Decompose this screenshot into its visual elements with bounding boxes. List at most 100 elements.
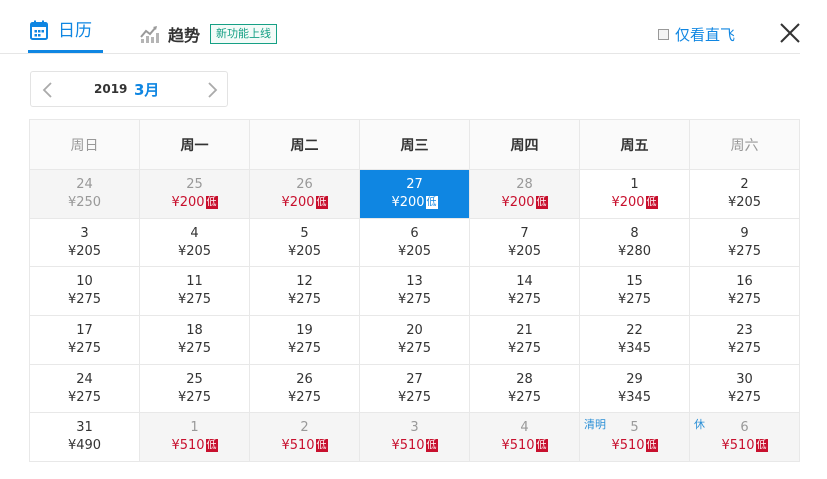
calendar-day-cell[interactable]: 5 ¥205	[249, 217, 360, 268]
calendar-day-cell[interactable]: 22 ¥345	[579, 315, 690, 365]
price-row: ¥275	[30, 340, 139, 358]
day-number: 27	[406, 371, 423, 387]
calendar-day-cell[interactable]: 16 ¥275	[689, 266, 800, 317]
calendar-day-cell[interactable]: 24 ¥250	[29, 169, 140, 219]
chevron-left-icon[interactable]	[39, 80, 57, 100]
calendar-day-cell[interactable]: 27 ¥200 低	[359, 169, 470, 219]
chevron-right-icon[interactable]	[203, 80, 221, 100]
calendar-day-cell[interactable]: 1 ¥200 低	[579, 169, 690, 219]
price-row: ¥275	[470, 340, 579, 358]
low-price-badge: 低	[205, 439, 218, 453]
day-price: ¥275	[67, 292, 102, 308]
calendar-day-cell[interactable]: 2 ¥205	[689, 169, 800, 219]
day-number: 24	[76, 176, 93, 192]
day-price: ¥250	[67, 194, 102, 210]
day-price: ¥200	[171, 194, 205, 210]
calendar-day-cell[interactable]: 18 ¥275	[139, 315, 250, 365]
price-row: ¥200 低	[470, 194, 579, 212]
price-row: ¥275	[140, 340, 249, 358]
calendar-day-cell[interactable]: 23 ¥275	[689, 315, 800, 365]
direct-flights-checkbox[interactable]	[658, 29, 669, 40]
calendar-day-cell[interactable]: 30 ¥275	[689, 363, 800, 414]
day-price: ¥510	[501, 438, 535, 454]
price-row: ¥205	[470, 243, 579, 261]
calendar-day-cell[interactable]: 3 ¥510 低	[359, 412, 470, 463]
tab-trend-label: 趋势	[168, 26, 201, 45]
price-row: ¥510 低	[470, 437, 579, 455]
day-number: 10	[76, 274, 93, 290]
calendar-day-cell[interactable]: 29 ¥345	[579, 363, 690, 414]
day-price: ¥200	[391, 194, 425, 210]
calendar-body: 24 ¥250 25 ¥200 低 26 ¥200 低 27 ¥200 低 28 ¥200 低 1 ¥200 低…	[29, 169, 800, 463]
day-price: ¥275	[397, 292, 432, 308]
day-number: 22	[626, 322, 643, 338]
calendar-day-cell[interactable]: 2 ¥510 低	[249, 412, 360, 463]
price-row: ¥200 低	[580, 194, 689, 212]
calendar-day-cell[interactable]: 12 ¥275	[249, 266, 360, 317]
calendar-day-cell[interactable]: 25 ¥200 低	[139, 169, 250, 219]
calendar-day-cell[interactable]: 28 ¥275	[469, 363, 580, 414]
calendar-day-cell[interactable]: 25 ¥275	[139, 363, 250, 414]
price-row: ¥275	[140, 291, 249, 309]
day-number: 8	[630, 225, 639, 241]
price-row: ¥275	[360, 340, 469, 358]
price-row: ¥275	[360, 291, 469, 309]
calendar-day-cell[interactable]: 清明 5 ¥510 低	[579, 412, 690, 463]
day-price: ¥510	[721, 438, 755, 454]
calendar-day-cell[interactable]: 9 ¥275	[689, 217, 800, 268]
weekday-header: 周四	[469, 119, 580, 170]
day-price: ¥205	[397, 243, 432, 259]
price-row: ¥275	[360, 389, 469, 407]
calendar-day-cell[interactable]: 14 ¥275	[469, 266, 580, 317]
calendar-day-cell[interactable]: 4 ¥205	[139, 217, 250, 268]
day-number: 21	[516, 322, 533, 338]
calendar-day-cell[interactable]: 19 ¥275	[249, 315, 360, 365]
calendar-day-cell[interactable]: 7 ¥205	[469, 217, 580, 268]
price-row: ¥275	[690, 340, 799, 358]
day-price: ¥490	[67, 438, 102, 454]
direct-flights-only-toggle[interactable]: 仅看直飞	[658, 24, 735, 45]
calendar-day-cell[interactable]: 31 ¥490	[29, 412, 140, 463]
day-price: ¥275	[397, 389, 432, 405]
calendar-day-cell[interactable]: 26 ¥275	[249, 363, 360, 414]
tab-calendar[interactable]: 日历	[30, 20, 92, 50]
day-number: 29	[626, 371, 643, 387]
calendar-day-cell[interactable]: 1 ¥510 低	[139, 412, 250, 463]
calendar-day-cell[interactable]: 13 ¥275	[359, 266, 470, 317]
day-price: ¥510	[171, 438, 205, 454]
day-price: ¥275	[507, 292, 542, 308]
close-icon[interactable]	[779, 22, 801, 44]
day-number: 30	[736, 371, 753, 387]
calendar-day-cell[interactable]: 4 ¥510 低	[469, 412, 580, 463]
day-number: 11	[186, 274, 203, 290]
calendar-day-cell[interactable]: 21 ¥275	[469, 315, 580, 365]
calendar-day-cell[interactable]: 10 ¥275	[29, 266, 140, 317]
calendar-day-cell[interactable]: 26 ¥200 低	[249, 169, 360, 219]
day-price: ¥275	[177, 340, 212, 356]
price-row: ¥510 低	[360, 437, 469, 455]
calendar-day-cell[interactable]: 8 ¥280	[579, 217, 690, 268]
calendar-day-cell[interactable]: 17 ¥275	[29, 315, 140, 365]
price-row: ¥275	[470, 291, 579, 309]
low-price-badge: 低	[315, 439, 328, 453]
tab-trend[interactable]: 趋势 新功能上线	[140, 22, 278, 46]
calendar-day-cell[interactable]: 20 ¥275	[359, 315, 470, 365]
calendar-day-cell[interactable]: 28 ¥200 低	[469, 169, 580, 219]
trend-chart-icon	[140, 26, 159, 43]
calendar-day-cell[interactable]: 6 ¥205	[359, 217, 470, 268]
calendar-day-cell[interactable]: 3 ¥205	[29, 217, 140, 268]
day-number: 6	[740, 420, 749, 436]
calendar-day-cell[interactable]: 休 6 ¥510 低	[689, 412, 800, 463]
calendar-day-cell[interactable]: 11 ¥275	[139, 266, 250, 317]
calendar-day-cell[interactable]: 24 ¥275	[29, 363, 140, 414]
day-price: ¥200	[281, 194, 315, 210]
price-calendar: 周日 周一 周二 周三 周四 周五 周六 24 ¥250 25 ¥200 低 26 ¥200…	[29, 119, 800, 463]
calendar-day-cell[interactable]: 27 ¥275	[359, 363, 470, 414]
calendar-day-cell[interactable]: 15 ¥275	[579, 266, 690, 317]
price-row: ¥275	[30, 389, 139, 407]
price-row: ¥205	[690, 194, 799, 212]
day-number: 24	[76, 371, 93, 387]
weekday-header: 周六	[689, 119, 800, 170]
day-number: 6	[410, 225, 419, 241]
day-number: 3	[80, 225, 89, 241]
